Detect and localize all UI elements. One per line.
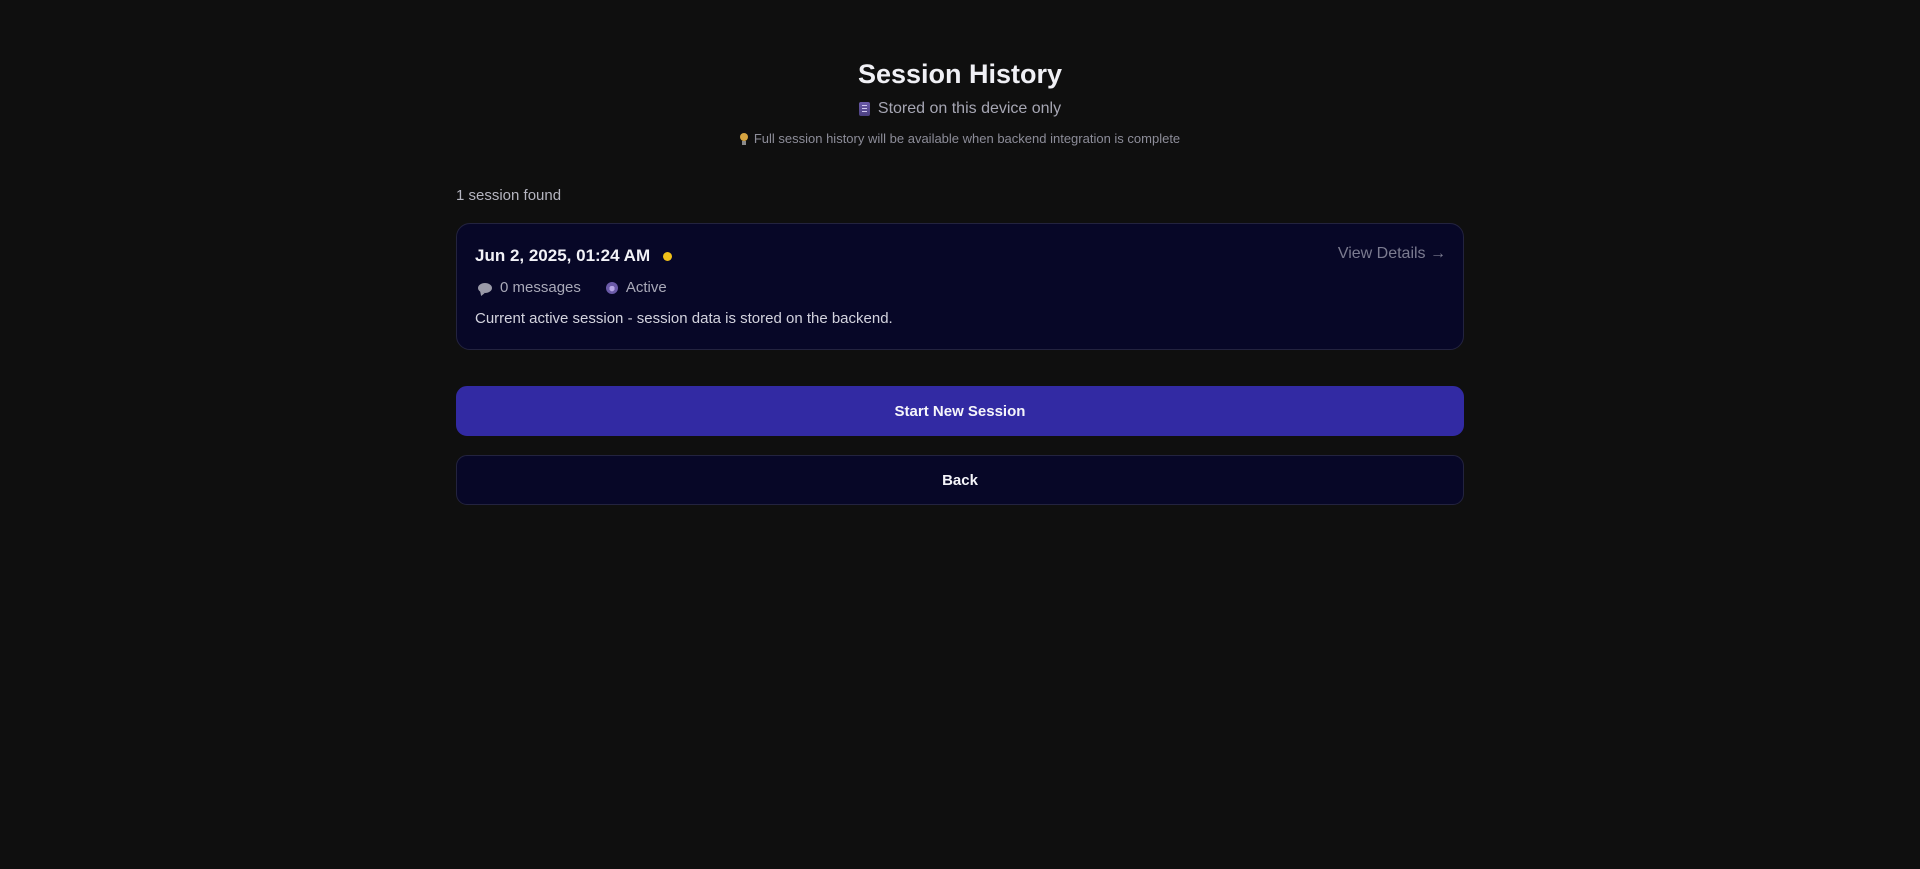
storage-notice: Stored on this device only	[0, 98, 1920, 120]
start-new-session-button[interactable]: Start New Session	[456, 386, 1464, 436]
session-history-page: Session History Stored on this device on…	[0, 0, 1920, 869]
back-button[interactable]: Back	[456, 455, 1464, 505]
lightbulb-icon	[739, 133, 748, 145]
message-count: 0 messages	[475, 278, 581, 298]
page-title: Session History	[857, 59, 1063, 89]
backend-note-text: Full session history will be available w…	[753, 131, 1181, 146]
session-count: 1 session found	[456, 187, 562, 204]
chat-bubble-icon	[478, 283, 492, 293]
main-content: 1 session found Jun 2, 2025, 01:24 AM Vi…	[456, 186, 1464, 505]
session-status-text: Active	[625, 279, 667, 296]
session-card-header: Jun 2, 2025, 01:24 AM	[475, 244, 1445, 268]
status-icon	[605, 282, 618, 294]
session-card[interactable]: Jun 2, 2025, 01:24 AM View Details → 0 m…	[456, 223, 1464, 350]
backend-note: Full session history will be available w…	[0, 130, 1920, 148]
session-status: Active	[603, 278, 667, 298]
status-dot-icon	[663, 251, 673, 261]
session-description: Current active session - session data is…	[475, 310, 893, 327]
session-date: Jun 2, 2025, 01:24 AM	[475, 246, 651, 265]
view-details-link[interactable]: View Details →	[1338, 243, 1446, 265]
session-meta: 0 messages Active	[475, 278, 1445, 298]
storage-notice-text: Stored on this device only	[877, 100, 1062, 117]
storage-icon	[858, 102, 870, 116]
page-header: Session History Stored on this device on…	[0, 56, 1920, 148]
message-count-text: 0 messages	[500, 279, 581, 296]
